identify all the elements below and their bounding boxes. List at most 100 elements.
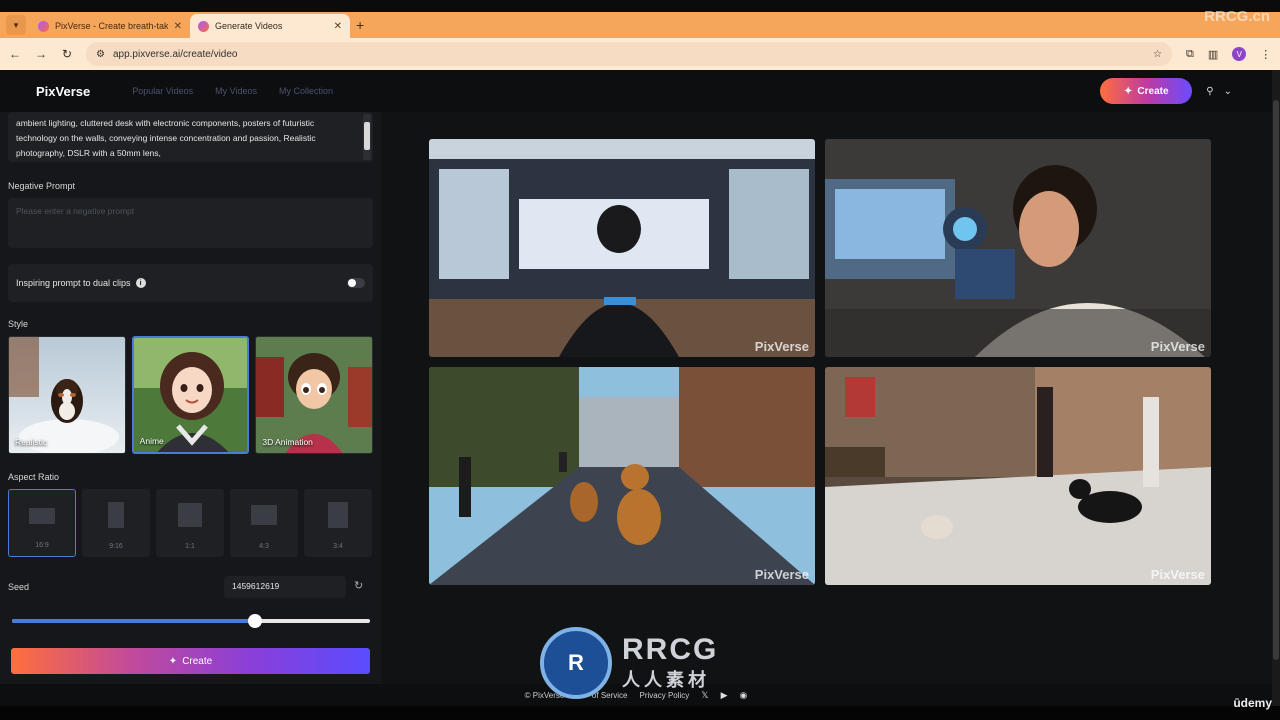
video-card[interactable]: PixVerse [825, 367, 1211, 585]
os-top-strip [0, 0, 1280, 12]
extensions-icon[interactable]: ⧉ [1186, 48, 1194, 61]
info-icon[interactable]: i [135, 278, 146, 288]
ratio-label: 4:3 [259, 543, 269, 550]
header-create-button[interactable]: ✦ Create [1100, 78, 1193, 104]
bookmark-star-icon[interactable]: ☆ [1153, 49, 1162, 60]
close-icon[interactable]: ✕ [174, 21, 182, 32]
aspect-3-4[interactable]: 3:4 [304, 489, 372, 557]
tab-list-icon[interactable]: ▾ [6, 15, 26, 35]
ratio-shape [328, 502, 348, 528]
dual-clips-row: Inspiring prompt to dual clips i [8, 264, 373, 302]
nav-my-videos[interactable]: My Videos [215, 86, 257, 96]
scroll-thumb[interactable] [1273, 100, 1279, 660]
ratio-label: 9:16 [109, 543, 123, 550]
generate-create-button[interactable]: ✦ Create [11, 648, 370, 674]
rrcg-logo-icon: R [540, 627, 612, 699]
prompt-scrollbar[interactable] [363, 114, 371, 160]
video-thumbnail-boy [825, 139, 1211, 357]
video-thumbnail-office [429, 139, 815, 357]
aspect-ratio-label: Aspect Ratio [8, 472, 60, 482]
style-label: Style [8, 319, 29, 329]
nav-my-collection[interactable]: My Collection [279, 86, 333, 96]
forward-arrow-icon[interactable]: → [28, 47, 54, 61]
watermark-brand: RRCG [622, 633, 719, 666]
aspect-4-3[interactable]: 4:3 [230, 489, 298, 557]
seed-label: Seed [8, 582, 30, 592]
style-options: Realistic Anime 3D Animation [8, 336, 374, 454]
video-player-strip [0, 706, 1280, 720]
discord-icon[interactable]: ◉ [739, 690, 747, 701]
video-watermark: PixVerse [1150, 567, 1205, 582]
main-nav: Popular Videos My Videos My Collection [132, 86, 333, 96]
corner-watermark: RRCG.cn [1204, 8, 1270, 25]
style-name: 3D Animation [262, 437, 313, 447]
create-label: Create [1137, 85, 1169, 97]
user-menu[interactable]: ⚲ ⌄ [1206, 86, 1232, 97]
create-label: Create [182, 655, 213, 667]
video-gallery: PixVerse PixVerse PixVerse PixVerse [381, 112, 1272, 684]
seed-slider[interactable] [12, 614, 370, 628]
video-thumbnail-sidewalk-dogs [825, 367, 1211, 585]
site-info-icon[interactable]: ⚙ [96, 49, 105, 60]
pixverse-favicon-icon [38, 20, 49, 32]
refresh-seed-icon[interactable]: ↻ [354, 579, 363, 592]
ratio-label: 16:9 [35, 542, 49, 549]
video-watermark: PixVerse [1150, 339, 1205, 354]
watermark-subtitle: 人人素材 [622, 670, 710, 690]
sparkle-icon: ✦ [1124, 85, 1133, 97]
aspect-9-16[interactable]: 9:16 [82, 489, 150, 557]
prompt-text: ambient lighting, cluttered desk with el… [16, 118, 316, 158]
scroll-thumb[interactable] [364, 122, 370, 150]
style-name: Realistic [15, 437, 48, 447]
video-thumbnail-street-dogs [429, 367, 815, 585]
aspect-16-9[interactable]: 16:9 [8, 489, 76, 557]
tab-title: Generate Videos [215, 21, 283, 31]
profile-avatar[interactable]: V [1232, 47, 1247, 61]
address-bar[interactable]: ⚙ app.pixverse.ai/create/video ☆ [86, 42, 1172, 66]
video-watermark: PixVerse [754, 339, 809, 354]
sidebar-icon[interactable]: ▥ [1208, 48, 1218, 61]
ratio-shape [251, 505, 277, 525]
udemy-logo: ūdemy [1233, 696, 1272, 710]
pixverse-logo[interactable]: PixVerse [36, 84, 90, 99]
reload-icon[interactable]: ↻ [54, 47, 80, 61]
negative-prompt-input[interactable]: Please enter a negative prompt [8, 198, 373, 248]
user-icon: ⚲ [1206, 85, 1214, 97]
nav-popular-videos[interactable]: Popular Videos [132, 86, 193, 96]
slider-handle[interactable] [248, 614, 263, 628]
rrcg-watermark: R RRCG 人人素材 [540, 626, 740, 700]
ratio-shape [178, 503, 202, 527]
sparkle-icon: ✦ [168, 655, 178, 667]
dual-clips-toggle[interactable] [347, 278, 365, 288]
page-scrollbar[interactable] [1272, 70, 1280, 706]
video-card[interactable]: PixVerse [825, 139, 1211, 357]
url-text: app.pixverse.ai/create/video [112, 48, 238, 60]
pixverse-favicon-icon [198, 20, 209, 32]
prompt-textarea[interactable]: ambient lighting, cluttered desk with el… [8, 112, 373, 162]
close-icon[interactable]: ✕ [334, 21, 342, 32]
aspect-1-1[interactable]: 1:1 [156, 489, 224, 557]
style-realistic[interactable]: Realistic [8, 336, 126, 454]
dual-clips-label: Inspiring prompt to dual clips [16, 278, 131, 288]
back-arrow-icon[interactable]: ← [2, 47, 28, 61]
app-header: PixVerse Popular Videos My Videos My Col… [0, 70, 1272, 112]
video-card[interactable]: PixVerse [429, 139, 815, 357]
video-card[interactable]: PixVerse [429, 367, 815, 585]
aspect-ratio-options: 16:9 9:16 1:1 4:3 3:4 [8, 489, 373, 557]
browser-tabstrip: ▾ PixVerse - Create breath-taking ✕ Gene… [0, 12, 1280, 38]
style-name: Anime [139, 436, 164, 446]
browser-toolbar: ← → ↻ ⚙ app.pixverse.ai/create/video ☆ ⧉… [0, 38, 1280, 70]
ratio-shape [108, 502, 124, 528]
new-tab-button[interactable]: + [356, 17, 364, 33]
tab-generate-videos[interactable]: Generate Videos ✕ [190, 14, 350, 38]
screen: ▾ PixVerse - Create breath-taking ✕ Gene… [0, 0, 1280, 720]
ratio-label: 1:1 [185, 543, 195, 550]
menu-kebab-icon[interactable]: ⋮ [1260, 48, 1271, 61]
style-anime[interactable]: Anime [131, 336, 250, 454]
seed-input[interactable]: 1459612619 [224, 576, 346, 598]
tab-pixverse-home[interactable]: PixVerse - Create breath-taking ✕ [30, 14, 190, 38]
negative-prompt-label: Negative Prompt [8, 181, 76, 191]
settings-panel: ambient lighting, cluttered desk with el… [0, 112, 381, 684]
chevron-down-icon: ⌄ [1223, 85, 1232, 97]
style-3d-animation[interactable]: 3D Animation [255, 336, 374, 454]
